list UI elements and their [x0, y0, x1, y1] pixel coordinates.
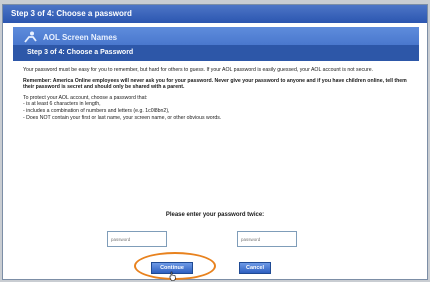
- step-subtitle: Step 3 of 4: Choose a Password: [13, 45, 419, 61]
- aol-logo-icon: [24, 31, 37, 43]
- tip-item: - includes a combination of numbers and …: [23, 107, 170, 114]
- password-prompt: Please enter your password twice:: [165, 212, 265, 218]
- tips-heading: To protect your AOL account, choose a pa…: [23, 94, 148, 101]
- cancel-button[interactable]: Cancel: [239, 262, 271, 274]
- tips-list: - is at least 6 characters in length, - …: [23, 101, 409, 121]
- window-title-bar: Step 3 of 4: Choose a password: [3, 5, 427, 23]
- brand: AOL Screen Names: [21, 30, 117, 44]
- warning-text: Remember: America Online employees will …: [23, 77, 407, 91]
- tip-item: - is at least 6 characters in length,: [23, 101, 101, 108]
- password-field[interactable]: [107, 231, 167, 247]
- tip-item: - Does NOT contain your first or last na…: [23, 114, 222, 121]
- dialog-window: Step 3 of 4: Choose a password AOL Scree…: [2, 4, 428, 281]
- hand-cursor-icon: [169, 271, 176, 281]
- brand-name: AOL Screen Names: [43, 32, 118, 42]
- confirm-password-field[interactable]: [237, 231, 297, 247]
- instructions: Your password must be easy for you to re…: [23, 67, 409, 121]
- header-banner: AOL Screen Names Step 3 of 4: Choose a P…: [13, 27, 419, 61]
- intro-text: Your password must be easy for you to re…: [23, 67, 374, 73]
